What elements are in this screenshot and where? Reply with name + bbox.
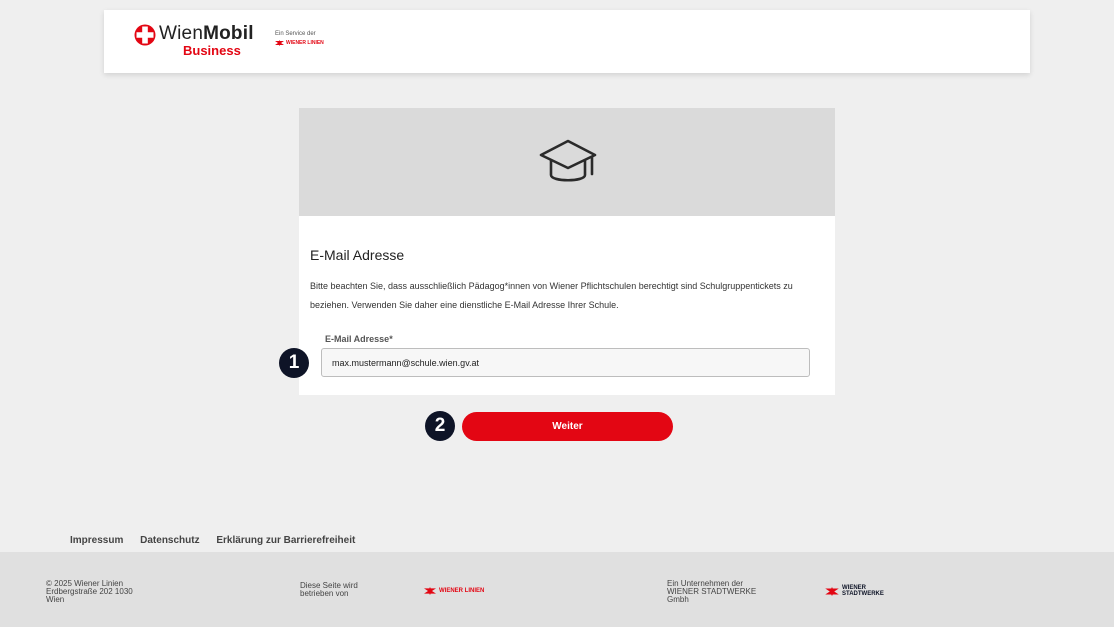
wiener-linien-logo-icon (424, 587, 436, 595)
stadtwerke-logo-icon (825, 586, 839, 596)
email-card: E-Mail Adresse Bitte beachten Sie, dass … (299, 108, 835, 395)
weiter-button[interactable]: Weiter (462, 412, 673, 441)
card-body: E-Mail Adresse Bitte beachten Sie, dass … (299, 216, 835, 395)
card-banner (299, 108, 835, 216)
step-badge-2: 2 (425, 411, 455, 441)
service-by: Ein Service der WIENER LINIEN (275, 31, 355, 51)
footer-company: Ein Unternehmen der WIENER STADTWERKE Gm… (667, 579, 757, 604)
barrierefreiheit-link[interactable]: Erklärung zur Barrierefreiheit (216, 535, 355, 546)
email-input[interactable] (321, 348, 810, 377)
wienmobil-business-logo[interactable]: WienMobil Business (134, 23, 254, 60)
brand-sub: Business (183, 43, 241, 58)
wienmobil-logo-icon (134, 24, 156, 46)
footer-wiener-linien-logo[interactable]: WIENER LINIEN (424, 587, 484, 595)
wiener-linien-logo: WIENER LINIEN (275, 40, 324, 46)
site-header: WienMobil Business Ein Service der WIENE… (104, 10, 1030, 73)
step-badge-1: 1 (279, 348, 309, 378)
site-footer: © 2025 Wiener Linien Erdbergstraße 202 1… (0, 552, 1114, 627)
footer-copyright: © 2025 Wiener Linien Erdbergstraße 202 1… (46, 579, 133, 604)
impressum-link[interactable]: Impressum (70, 535, 123, 546)
email-label: E-Mail Adresse* (325, 334, 393, 344)
footer-links: Impressum Datenschutz Erklärung zur Barr… (70, 535, 369, 546)
footer-stadtwerke-logo[interactable]: WIENER STADTWERKE (825, 585, 884, 597)
datenschutz-link[interactable]: Datenschutz (140, 535, 199, 546)
service-text: Ein Service der (275, 31, 316, 37)
graduation-cap-icon (539, 139, 597, 182)
footer-operated-by: Diese Seite wird betrieben von (300, 581, 358, 598)
card-description: Bitte beachten Sie, dass ausschließlich … (310, 281, 793, 310)
brand-name: WienMobil (159, 23, 254, 44)
card-title: E-Mail Adresse (310, 247, 405, 263)
wiener-linien-logo-icon (275, 40, 284, 46)
